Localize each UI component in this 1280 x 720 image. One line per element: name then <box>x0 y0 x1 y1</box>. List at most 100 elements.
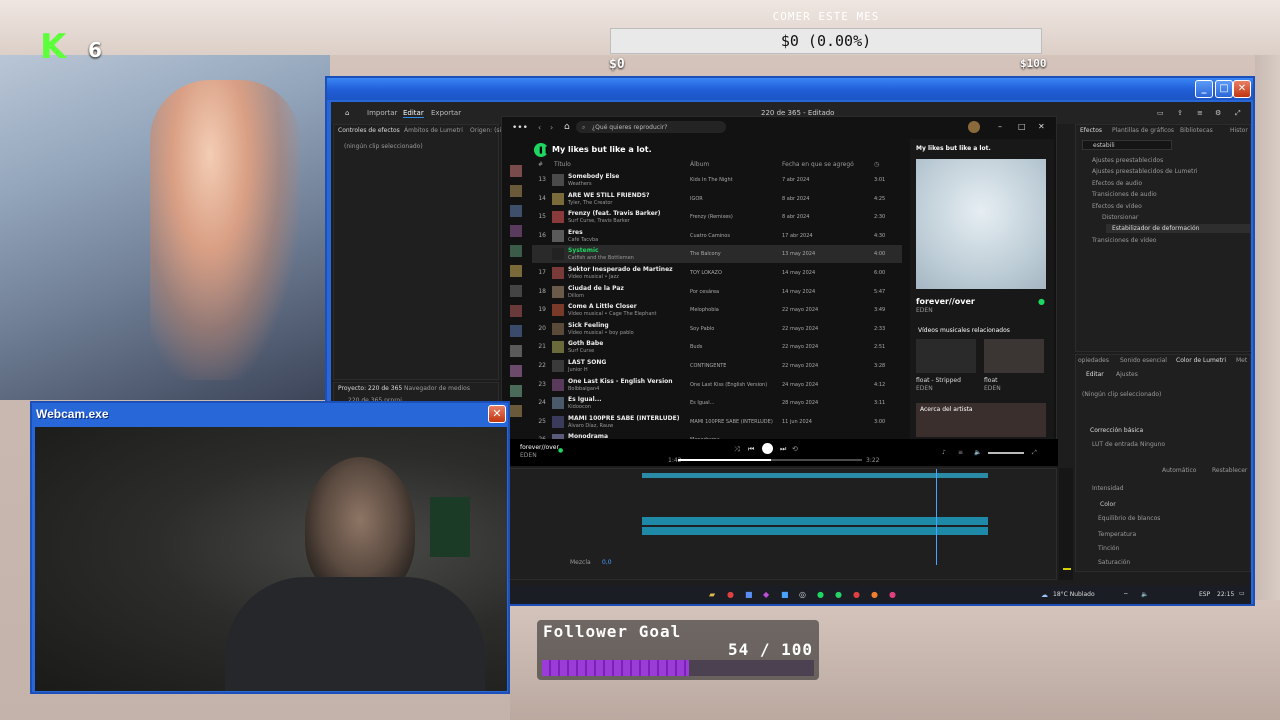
track-album[interactable]: Kids In The Night <box>690 177 733 183</box>
app-icon[interactable]: ● <box>889 590 896 599</box>
volume-slider[interactable] <box>988 452 1024 454</box>
section-color[interactable]: Color <box>1100 501 1116 508</box>
track-artist[interactable]: Café Tacvba <box>568 237 598 243</box>
track-album[interactable]: Melophobia <box>690 307 719 313</box>
lang-indicator[interactable]: ESP <box>1199 591 1210 598</box>
track-artist[interactable]: Junior H <box>568 367 588 373</box>
tree-audio-effects[interactable]: Efectos de audio <box>1092 180 1142 187</box>
track-row[interactable]: 23 One Last Kiss - English Version Bolbbal… <box>532 376 902 394</box>
tab-lumetri-color[interactable]: Color de Lumetri <box>1176 357 1226 364</box>
track-album[interactable]: IGOR <box>690 196 703 202</box>
weather-icon[interactable]: ☁ <box>1041 591 1048 599</box>
home-icon[interactable]: ⌂ <box>345 109 349 117</box>
whatsapp-icon[interactable]: ● <box>835 590 842 599</box>
track-title[interactable]: Eres <box>568 229 583 236</box>
clock[interactable]: 22:15 <box>1217 591 1234 598</box>
forward-icon[interactable]: › <box>550 123 553 132</box>
app-icon[interactable]: ◎ <box>799 590 806 599</box>
share-icon[interactable]: ⇪ <box>1177 109 1183 117</box>
track-artist[interactable]: Vídeo musical • Jazz <box>568 274 619 280</box>
col-title[interactable]: Título <box>554 161 571 168</box>
playhead[interactable] <box>936 469 937 565</box>
window-titlebar[interactable] <box>327 78 1253 100</box>
track-row[interactable]: 20 Sick Feeling Vídeo musical • boy pablo S… <box>532 320 902 338</box>
tree-lumetri-presets[interactable]: Ajustes preestablecidos de Lumetri <box>1092 168 1198 175</box>
about-artist-card[interactable]: Acerca del artista <box>916 403 1046 437</box>
app-icon[interactable]: ● <box>871 590 878 599</box>
tab-media-browser[interactable]: Navegador de medios <box>404 385 470 392</box>
track-title[interactable]: Goth Babe <box>568 340 603 347</box>
maximize-button[interactable]: □ <box>1215 80 1233 98</box>
lyrics-icon[interactable]: ♪ <box>942 449 946 456</box>
progress-bar[interactable] <box>678 459 862 461</box>
effects-search-input[interactable]: estabili <box>1082 140 1172 150</box>
tab-libraries[interactable]: Bibliotecas <box>1180 127 1213 134</box>
track-album[interactable]: Cuatro Caminos <box>690 233 730 239</box>
app-icon[interactable]: ● <box>853 590 860 599</box>
track-row[interactable]: 22 LAST SONG Junior H CONTINGENTE 22 mayo 20… <box>532 357 902 375</box>
spotify-home-icon[interactable]: ⌂ <box>564 122 570 132</box>
col-album[interactable]: Álbum <box>690 161 709 168</box>
track-album[interactable]: MAMI 100PRE SABE (INTERLUDE) <box>690 419 773 425</box>
rel1-title[interactable]: float - Stripped <box>916 377 961 384</box>
more-icon[interactable]: ••• <box>512 123 528 133</box>
library-item[interactable] <box>510 245 522 257</box>
reset-button[interactable]: Restablecer <box>1212 467 1247 474</box>
track-row[interactable]: 24 Es Igual... Kidoocon Es Igual... 28 mayo … <box>532 394 902 412</box>
tree-audio-transitions[interactable]: Transiciones de audio <box>1092 191 1157 198</box>
rel2-artist[interactable]: EDEN <box>984 385 1001 392</box>
rel2-title[interactable]: float <box>984 377 997 384</box>
app-icon[interactable]: ■ <box>745 590 753 599</box>
wifi-icon[interactable]: ⌔ <box>1123 591 1129 599</box>
track-album[interactable]: Frenzy (Remixes) <box>690 214 733 220</box>
tree-warp-stabilizer-row[interactable]: Estabilizador de deformación <box>1106 224 1250 233</box>
tab-editar[interactable]: Editar <box>403 109 424 118</box>
library-item[interactable] <box>510 265 522 277</box>
library-item[interactable] <box>510 205 522 217</box>
shuffle-icon[interactable]: ⤨ <box>734 445 740 454</box>
webcam-close-button[interactable]: ✕ <box>488 405 506 423</box>
spotify-minimize[interactable]: – <box>998 122 1002 131</box>
window-close-button[interactable]: ✕ <box>1233 80 1251 98</box>
track-title[interactable]: Sektor Inesperado de Martinez <box>568 266 673 273</box>
previous-icon[interactable]: ⏮ <box>748 445 754 454</box>
col-duration[interactable]: ◷ <box>874 161 879 168</box>
subtab-edit[interactable]: Editar <box>1086 371 1104 378</box>
track-title[interactable]: LAST SONG <box>568 359 606 366</box>
track-title[interactable]: Come A Little Closer <box>568 303 637 310</box>
track-row[interactable]: 18 Ciudad de la Paz Dillom Por cesárea 14 ma… <box>532 283 902 301</box>
track-album[interactable]: Es Igual... <box>690 400 714 406</box>
track-album[interactable]: TOY LOKAZO <box>690 270 722 276</box>
track-row[interactable]: 25 MAMI 100PRE SABE (INTERLUDE) Álvaro Día… <box>532 413 902 431</box>
track-row[interactable]: 19 Come A Little Closer Vídeo musical • Ca… <box>532 301 902 319</box>
track-title[interactable]: Frenzy (feat. Travis Barker) <box>568 210 660 217</box>
track-artist[interactable]: Vídeo musical • boy pablo <box>568 330 634 336</box>
notifications-icon[interactable]: ▭ <box>1239 590 1245 597</box>
liked-check-icon[interactable]: ● <box>1038 297 1045 306</box>
library-item[interactable] <box>510 385 522 397</box>
track-row[interactable]: 16 Eres Café Tacvba Cuatro Caminos 17 abr 20… <box>532 227 902 245</box>
library-item[interactable] <box>510 365 522 377</box>
track-album[interactable]: Soy Pablo <box>690 326 714 332</box>
track-album[interactable]: Por cesárea <box>690 289 719 295</box>
queue-icon[interactable]: ≡ <box>958 449 963 456</box>
spotify-close[interactable]: ✕ <box>1038 122 1045 131</box>
track-row[interactable]: 15 Frenzy (feat. Travis Barker) Surf Curse… <box>532 208 902 226</box>
track-artist[interactable]: Tyler, The Creator <box>568 200 612 206</box>
back-icon[interactable]: ‹ <box>538 123 541 132</box>
tab-history[interactable]: Histor <box>1230 127 1248 134</box>
player-liked-icon[interactable]: ● <box>558 447 563 454</box>
track-title[interactable]: Sick Feeling <box>568 322 609 329</box>
track-row[interactable]: 21 Goth Babe Surf Curse Buds 22 mayo 2024 2:5… <box>532 338 902 356</box>
sound-icon[interactable]: 🔈 <box>1141 591 1148 598</box>
menu-icon[interactable]: ≡ <box>1197 109 1203 117</box>
library-item[interactable] <box>510 405 522 417</box>
volume-icon[interactable]: 🔈 <box>974 449 981 456</box>
tree-presets[interactable]: Ajustes preestablecidos <box>1092 157 1163 164</box>
track-row[interactable]: 14 ARE WE STILL FRIENDS? Tyler, The Creato… <box>532 190 902 208</box>
tab-lumetri-scopes[interactable]: Ámbitos de Lumetri <box>404 127 463 134</box>
track-album[interactable]: The Balcony <box>690 251 721 257</box>
play-pause-button[interactable] <box>762 443 773 454</box>
next-icon[interactable]: ⏭ <box>780 445 786 454</box>
track-title[interactable]: Ciudad de la Paz <box>568 285 624 292</box>
